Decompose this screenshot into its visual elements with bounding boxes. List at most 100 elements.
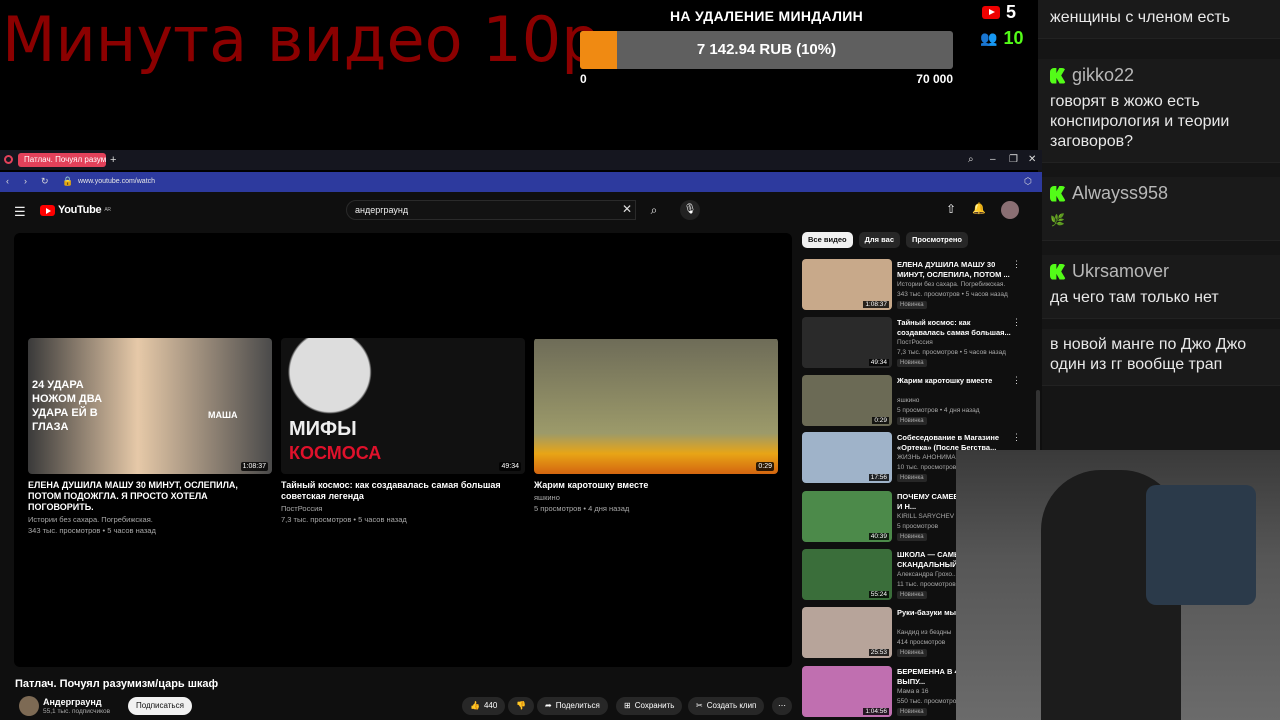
end-card-thumbnail[interactable]: 0:29: [534, 338, 778, 474]
account-avatar[interactable]: [1001, 201, 1019, 219]
maximize-button[interactable]: ❐: [1009, 154, 1018, 165]
recommendation-meta: 7,3 тыс. просмотров • 5 часов назад: [897, 349, 1006, 356]
like-button[interactable]: 👍 440: [462, 697, 506, 715]
youtube-logo[interactable]: YouTube AR: [40, 204, 111, 216]
youtube-page: ☰ YouTube AR андерграунд ✕ ⌕ 🎙 ⇧ 🔔 24 УД…: [0, 192, 1042, 720]
end-card-channel[interactable]: Истории без сахара. Погребижская.: [28, 515, 272, 524]
back-icon[interactable]: ‹: [6, 176, 9, 186]
recommendation-thumbnail[interactable]: 1:08:37: [802, 259, 892, 310]
end-card-video[interactable]: 0:29 Жарим каротошку вместе яшкино 5 про…: [534, 338, 778, 513]
search-icon[interactable]: ⌕: [640, 200, 668, 220]
recommendation-item[interactable]: 0:29 Жарим каротошку вместе яшкино 5 просмо…: [802, 375, 1032, 429]
webcam-feed: [956, 450, 1280, 720]
browser-tab[interactable]: Патлач. Почуял разумизм: [18, 153, 106, 167]
thumbnail-caption: МИФЫ: [289, 418, 357, 440]
channel-row: Андерграунд 55,1 тыс. подписчиков Подпис…: [15, 694, 795, 718]
chip-for-you[interactable]: Для вас: [858, 232, 900, 248]
recommendation-thumbnail[interactable]: 25:53: [802, 607, 892, 658]
video-duration: 55:24: [868, 591, 889, 598]
upload-icon[interactable]: ⇧: [946, 202, 956, 216]
hamburger-menu-icon[interactable]: ☰: [14, 204, 26, 220]
thumbs-down-icon: 👎: [516, 701, 526, 710]
more-options-icon[interactable]: ⋮: [1012, 432, 1021, 443]
kick-badge-icon: [1050, 67, 1066, 84]
dislike-button[interactable]: 👎: [508, 697, 534, 715]
end-card-title[interactable]: ЕЛЕНА ДУШИЛА МАШУ 30 МИНУТ, ОСЛЕПИЛА, ПО…: [28, 480, 272, 513]
more-actions-button[interactable]: ⋯: [772, 697, 792, 715]
end-card-title[interactable]: Жарим каротошку вместе: [534, 480, 778, 491]
recommendation-title[interactable]: ЕЛЕНА ДУШИЛА МАШУ 30 МИНУТ, ОСЛЕПИЛА, ПО…: [897, 260, 1017, 279]
url-field[interactable]: www.youtube.com/watch: [78, 172, 155, 192]
video-duration: 1:08:37: [863, 301, 889, 308]
extensions-icon[interactable]: ⬡: [1024, 176, 1032, 187]
subscribe-button[interactable]: Подписаться: [128, 697, 192, 715]
search-input[interactable]: андерграунд: [346, 200, 636, 220]
video-player[interactable]: 24 УДАРА НОЖОМ ДВА УДАРА ЕЙ В ГЛАЗА МАША…: [14, 233, 792, 667]
video-duration: 1:08:37: [240, 462, 268, 471]
youtube-logo-text: YouTube: [58, 204, 102, 216]
end-card-channel[interactable]: ПостРоссия: [281, 504, 525, 513]
share-icon: ➦: [545, 701, 552, 710]
more-options-icon[interactable]: ⋮: [1012, 317, 1021, 328]
clear-search-icon[interactable]: ✕: [622, 202, 632, 216]
end-card-channel[interactable]: яшкино: [534, 493, 778, 502]
minimize-button[interactable]: –: [990, 154, 996, 165]
clip-button[interactable]: ✂ Создать клип: [688, 697, 765, 715]
youtube-play-icon: [40, 204, 55, 216]
channel-name[interactable]: Андерграунд: [43, 697, 102, 707]
recommendation-channel[interactable]: яшкино: [897, 397, 1027, 404]
new-badge: Новинка: [897, 474, 927, 482]
chat-username: gikko22: [1072, 65, 1135, 85]
video-duration: 25:53: [868, 649, 889, 656]
end-card-meta: 5 просмотров • 4 дня назад: [534, 504, 630, 513]
search-tabs-icon[interactable]: ⌕: [968, 154, 974, 165]
end-card-video[interactable]: МИФЫ КОСМОСА 49:34 Тайный космос: как со…: [281, 338, 525, 524]
recommendation-thumbnail[interactable]: 0:29: [802, 375, 892, 426]
chip-all[interactable]: Все видео: [802, 232, 853, 248]
recommendation-title[interactable]: Тайный космос: как создавалась самая бол…: [897, 318, 1017, 337]
channel-avatar[interactable]: [19, 696, 39, 716]
people-icon: 👥: [980, 30, 998, 46]
recommendation-channel[interactable]: Истории без сахара. Погребижская.: [897, 281, 1027, 288]
channel-subscribers: 55,1 тыс. подписчиков: [43, 708, 111, 715]
more-options-icon[interactable]: ⋮: [1012, 375, 1021, 386]
notifications-icon[interactable]: 🔔: [972, 202, 986, 215]
new-tab-button[interactable]: +: [110, 154, 116, 166]
opera-icon: [4, 155, 13, 164]
microphone-icon[interactable]: 🎙: [680, 200, 700, 220]
end-card-title[interactable]: Тайный космос: как создавалась самая бол…: [281, 480, 525, 502]
recommendation-thumbnail[interactable]: 55:24: [802, 549, 892, 600]
thumbnail-caption: КОСМОСА: [289, 443, 382, 463]
recommendation-item[interactable]: 49:34 Тайный космос: как создавалась сама…: [802, 317, 1032, 371]
end-card-video[interactable]: 24 УДАРА НОЖОМ ДВА УДАРА ЕЙ В ГЛАЗА МАША…: [28, 338, 272, 535]
chip-watched[interactable]: Просмотрено: [906, 232, 969, 248]
recommendation-thumbnail[interactable]: 49:34: [802, 317, 892, 368]
recommendation-thumbnail[interactable]: 40:39: [802, 491, 892, 542]
share-button[interactable]: ➦ Поделиться: [537, 697, 608, 715]
lock-icon: 🔒: [62, 176, 74, 186]
recommendation-thumbnail[interactable]: 17:56: [802, 432, 892, 483]
forward-icon[interactable]: ›: [24, 176, 27, 186]
end-card-thumbnail[interactable]: МИФЫ КОСМОСА 49:34: [281, 338, 525, 474]
video-duration: 0:29: [756, 462, 774, 471]
new-badge: Новинка: [897, 591, 927, 599]
chat-message-text: да чего там только нет: [1050, 289, 1219, 306]
chat-message: Alwayss958 🌿: [1038, 177, 1280, 241]
donation-goal-title: НА УДАЛЕНИЕ МИНДАЛИН: [669, 8, 863, 24]
kick-badge-icon: [1050, 263, 1066, 280]
recommendation-channel[interactable]: ПостРоссия: [897, 339, 1027, 346]
reload-icon[interactable]: ↻: [41, 176, 49, 187]
donation-goal-bar: 7 142.94 RUB (10%): [580, 31, 953, 69]
donation-goal-min: 0: [580, 72, 587, 86]
recommendation-thumbnail[interactable]: 1:04:56: [802, 666, 892, 717]
new-badge: Новинка: [897, 649, 927, 657]
more-options-icon[interactable]: ⋮: [1012, 259, 1021, 270]
video-duration: 0:29: [872, 417, 889, 424]
close-window-button[interactable]: ✕: [1028, 154, 1036, 165]
recommendation-title[interactable]: Жарим каротошку вместе: [897, 376, 1017, 386]
end-card-thumbnail[interactable]: 24 УДАРА НОЖОМ ДВА УДАРА ЕЙ В ГЛАЗА МАША…: [28, 338, 272, 474]
bookmark-icon: ⊞: [624, 701, 631, 710]
youtube-logo-region: AR: [104, 207, 111, 213]
recommendation-item[interactable]: 1:08:37 ЕЛЕНА ДУШИЛА МАШУ 30 МИНУТ, ОСЛЕП…: [802, 259, 1032, 313]
save-button[interactable]: ⊞ Сохранить: [616, 697, 683, 715]
